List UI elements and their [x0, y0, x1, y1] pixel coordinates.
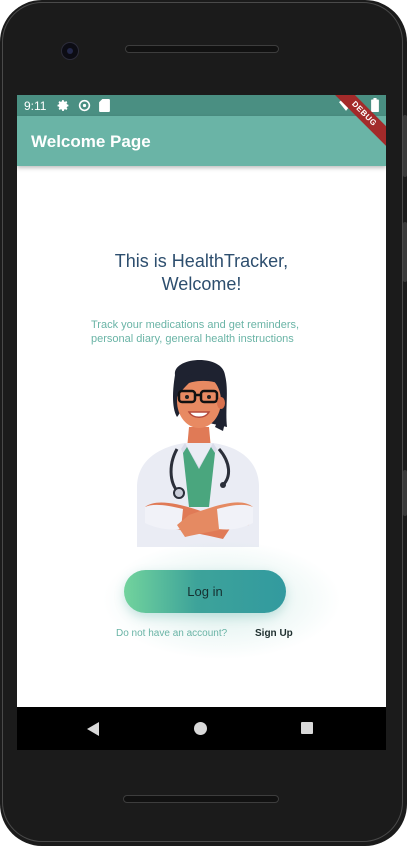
welcome-subtitle: Track your medications and get reminders…: [91, 318, 331, 346]
signup-link[interactable]: Sign Up: [255, 628, 293, 639]
phone-frame: 9:11 Welcome Page DEBUG This is HealthTr…: [0, 0, 407, 846]
heading-line-1: This is HealthTracker,: [114, 251, 289, 271]
sd-card-icon: [99, 99, 110, 115]
power-button: [403, 115, 407, 177]
front-camera: [61, 42, 79, 60]
page-title: Welcome Page: [31, 132, 151, 151]
status-time: 9:11: [24, 99, 47, 113]
login-button[interactable]: Log in: [124, 570, 286, 613]
back-icon[interactable]: [87, 722, 99, 736]
screen: 9:11 Welcome Page DEBUG This is HealthTr…: [17, 95, 386, 707]
settings-icon: [57, 99, 70, 115]
app-bar: Welcome Page: [17, 116, 386, 166]
home-icon[interactable]: [194, 722, 207, 735]
volume-down-button: [403, 470, 407, 516]
doctor-illustration: [137, 359, 259, 547]
volume-up-button: [403, 222, 407, 282]
top-speaker: [125, 45, 279, 53]
sync-icon: [78, 99, 91, 115]
heading-line-2: Welcome!: [161, 274, 242, 294]
status-bar: 9:11: [17, 95, 386, 116]
subtitle-line-1: Track your medications and get reminders…: [91, 319, 300, 331]
bottom-speaker: [123, 795, 279, 803]
welcome-heading: This is HealthTracker, Welcome!: [17, 250, 386, 296]
recent-apps-icon[interactable]: [301, 722, 313, 734]
account-prompt: Do not have an account?: [116, 628, 228, 639]
nav-bar: [17, 707, 386, 750]
subtitle-line-2: personal diary, general health instructi…: [91, 333, 294, 345]
